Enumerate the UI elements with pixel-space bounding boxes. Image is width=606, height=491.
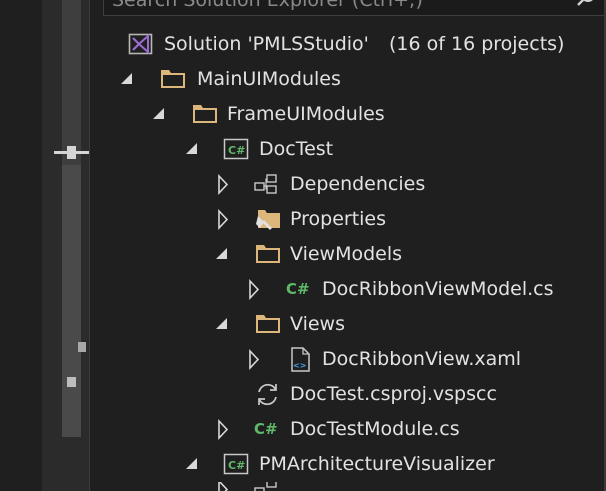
tree-item-label: ViewModels (290, 243, 403, 265)
dependencies-icon (254, 482, 280, 491)
svg-text:C#: C# (228, 459, 245, 472)
collapsed-arrow-icon[interactable] (248, 272, 262, 307)
expanded-arrow-icon[interactable] (152, 97, 166, 132)
csharp-project-icon: C# (223, 447, 249, 482)
scrollbar-position-marker (67, 146, 76, 159)
tree-item-label: DocTestModule.cs (290, 418, 460, 440)
tree-item-label: FrameUIModules (227, 103, 385, 125)
tree-item-frameuimodules[interactable]: FrameUIModules (152, 97, 600, 132)
tree-item-label: Views (290, 313, 345, 335)
svg-text:C#: C# (228, 144, 245, 157)
svg-text:C#: C# (286, 280, 310, 298)
expanded-arrow-icon[interactable] (215, 307, 229, 342)
tree-item-dependencies[interactable]: Dependencies (217, 167, 600, 202)
svg-text:<>: <> (293, 361, 306, 370)
csharp-file-icon: C# (254, 412, 280, 447)
tree-item-label: Properties (290, 208, 387, 230)
scrollbar-rail[interactable] (62, 0, 81, 437)
svg-text:C#: C# (254, 420, 278, 438)
dependencies-icon (254, 167, 280, 202)
tree-item-label: DocTest (259, 138, 334, 160)
tree-item-properties[interactable]: Properties (217, 202, 600, 237)
tree-item-doctestmodule[interactable]: C# DocTestModule.cs (217, 412, 600, 447)
scrollbar-marker (67, 377, 76, 387)
collapsed-arrow-icon[interactable] (217, 167, 231, 202)
tree-item-label: MainUIModules (197, 68, 341, 90)
tree-item-doctest-vspscc[interactable]: DocTest.csproj.vspscc (255, 377, 600, 412)
properties-icon (255, 202, 281, 237)
solution-name: Solution 'PMLSStudio' (164, 33, 369, 55)
expanded-arrow-icon[interactable] (215, 237, 229, 272)
search-icon[interactable] (575, 0, 597, 13)
tree-item-label: PMArchitectureVisualizer (259, 453, 495, 475)
left-edge (0, 0, 42, 491)
panel-separator (89, 0, 90, 491)
tree-item-solution[interactable]: Solution 'PMLSStudio' (16 of 16 projects… (128, 27, 598, 62)
folder-icon (192, 97, 218, 132)
csharp-file-icon: C# (286, 272, 312, 307)
search-placeholder: Search Solution Explorer (Ctrl+;) (112, 0, 423, 11)
tree-item-docribbonviewmodel[interactable]: C# DocRibbonViewModel.cs (248, 272, 600, 307)
visual-studio-solution-icon (128, 27, 154, 62)
folder-icon (160, 62, 186, 97)
tree-item-partial[interactable] (217, 482, 600, 491)
tree-item-viewmodels[interactable]: ViewModels (215, 237, 600, 272)
tree-item-label: DocRibbonViewModel.cs (322, 278, 554, 300)
tree-item-label: Dependencies (290, 173, 426, 195)
collapsed-arrow-icon[interactable] (217, 412, 231, 447)
folder-icon (255, 237, 281, 272)
tree-item-views[interactable]: Views (215, 307, 600, 342)
expanded-arrow-icon[interactable] (185, 447, 199, 482)
project-count: (16 of 16 projects) (389, 33, 565, 55)
collapsed-arrow-icon[interactable] (248, 342, 262, 377)
tree-item-doctest[interactable]: C# DocTest (185, 132, 600, 167)
sync-file-icon (255, 377, 281, 412)
tree-item-label: DocTest.csproj.vspscc (290, 383, 497, 405)
expanded-arrow-icon[interactable] (185, 132, 199, 167)
scrollbar-marker (78, 342, 86, 352)
tree-item-docribbonview[interactable]: <> DocRibbonView.xaml (248, 342, 600, 377)
tree-item-mainuimodules[interactable]: MainUIModules (120, 62, 600, 97)
search-solution-explorer-input[interactable]: Search Solution Explorer (Ctrl+;) (103, 0, 606, 16)
tree-item-pmarchitecturevisualizer[interactable]: C# PMArchitectureVisualizer (185, 447, 600, 482)
expanded-arrow-icon[interactable] (120, 62, 134, 97)
csharp-project-icon: C# (223, 132, 249, 167)
collapsed-arrow-icon[interactable] (217, 482, 231, 491)
folder-icon (255, 307, 281, 342)
tree-item-label: DocRibbonView.xaml (322, 348, 522, 370)
xaml-file-icon: <> (288, 342, 314, 377)
collapsed-arrow-icon[interactable] (217, 202, 231, 237)
